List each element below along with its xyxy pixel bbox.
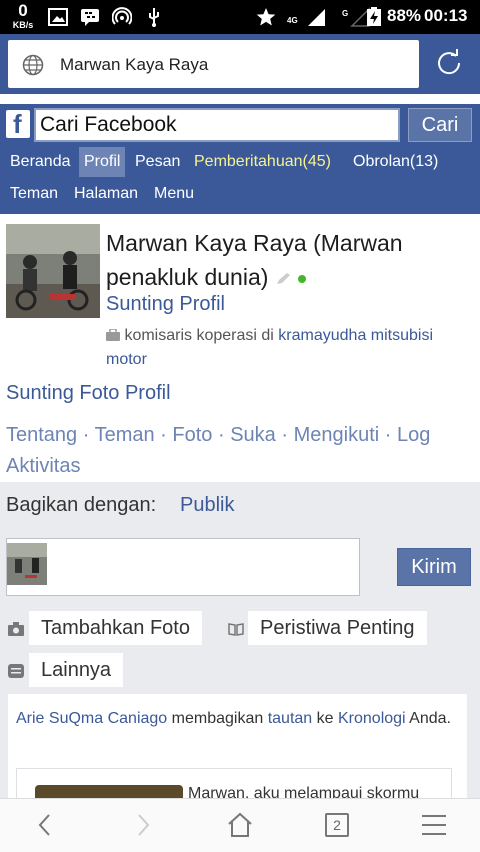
gallery-icon: [48, 8, 68, 26]
nav-profile[interactable]: Profil: [79, 147, 126, 177]
profile-tabs: Tentang · Teman · Foto · Suka · Mengikut…: [6, 424, 431, 477]
usb-icon: [149, 8, 159, 27]
briefcase-icon: [106, 328, 120, 341]
story-header: Arie SuQma Caniago membagikan tautan ke …: [16, 710, 451, 727]
tab-following[interactable]: Mengikuti: [294, 424, 380, 446]
facebook-logo-icon[interactable]: f: [6, 109, 30, 139]
send-button[interactable]: Kirim: [397, 548, 471, 586]
nav-messages[interactable]: Pesan: [135, 147, 180, 177]
star-icon: [256, 8, 276, 26]
globe-icon: [22, 54, 44, 76]
search-button[interactable]: Cari: [408, 108, 472, 142]
edit-profile-photo-link[interactable]: Sunting Foto Profil: [6, 382, 171, 405]
more-icon: [8, 664, 24, 678]
story-link[interactable]: tautan: [268, 710, 312, 727]
profile-work: komisaris koperasi di kramayudha mitsubi…: [106, 327, 434, 368]
book-icon: [228, 623, 244, 636]
facebook-header: f Cari Facebook Cari Beranda Profil Pesa…: [0, 104, 480, 214]
timeline-link[interactable]: Kronologi: [338, 710, 406, 727]
profile-name: Marwan Kaya Raya (Marwan penakluk dunia): [106, 230, 403, 290]
camera-icon: [8, 622, 24, 636]
nav-friends[interactable]: Teman: [10, 179, 58, 209]
search-input[interactable]: Cari Facebook: [34, 108, 400, 142]
url-text: Marwan Kaya Raya: [60, 55, 209, 74]
tab-about[interactable]: Tentang: [6, 424, 77, 446]
online-status-icon: [298, 274, 307, 283]
tabs-button[interactable]: 2: [325, 813, 349, 837]
browser-url-bar: Marwan Kaya Raya: [0, 34, 480, 94]
nav-chat[interactable]: Obrolan(13): [353, 147, 438, 177]
tab-likes[interactable]: Suka: [230, 424, 276, 446]
battery-charging-icon: [367, 7, 381, 26]
avatar-photo: [6, 224, 100, 318]
bbm-icon: [81, 9, 99, 26]
life-event-button[interactable]: Peristiwa Penting: [248, 611, 427, 645]
add-photo-button[interactable]: Tambahkan Foto: [29, 611, 202, 645]
hotspot-icon: [112, 7, 132, 25]
back-icon[interactable]: [32, 811, 60, 839]
pencil-icon[interactable]: [275, 272, 291, 286]
signal-icon: [308, 9, 325, 26]
tab-photos[interactable]: Foto: [172, 424, 212, 446]
network-speed: 0 KB/s: [12, 1, 34, 30]
url-field[interactable]: Marwan Kaya Raya: [8, 40, 419, 88]
story-actor-link[interactable]: Arie SuQma Caniago: [16, 710, 167, 727]
status-bar: 0 KB/s 4G G 88% 00:13: [0, 0, 480, 34]
audience-selector[interactable]: Publik: [180, 494, 234, 517]
composer-avatar: [7, 543, 47, 585]
profile-avatar[interactable]: [6, 224, 100, 318]
nav-row-1: Beranda Profil Pesan Pemberitahuan(45) O…: [0, 147, 480, 177]
browser-bottom-nav: 2: [0, 798, 480, 852]
nav-row-2: Teman Halaman Menu: [0, 179, 480, 209]
status-input[interactable]: [6, 538, 360, 596]
share-composer-section: Bagikan dengan: Publik Kirim Tambahkan F…: [0, 482, 480, 828]
nav-menu[interactable]: Menu: [154, 179, 194, 209]
nav-notifications[interactable]: Pemberitahuan(45): [194, 147, 331, 177]
edit-profile-link[interactable]: Sunting Profil: [106, 293, 225, 316]
reload-icon[interactable]: [434, 48, 464, 78]
nav-home[interactable]: Beranda: [10, 147, 71, 177]
story-card: Arie SuQma Caniago membagikan tautan ke …: [8, 694, 467, 828]
forward-icon[interactable]: [128, 811, 156, 839]
home-icon[interactable]: [226, 811, 254, 839]
tab-friends[interactable]: Teman: [95, 424, 155, 446]
menu-icon[interactable]: [420, 811, 448, 839]
more-button[interactable]: Lainnya: [29, 653, 124, 687]
share-label: Bagikan dengan:: [6, 494, 157, 516]
nav-pages[interactable]: Halaman: [74, 179, 138, 209]
